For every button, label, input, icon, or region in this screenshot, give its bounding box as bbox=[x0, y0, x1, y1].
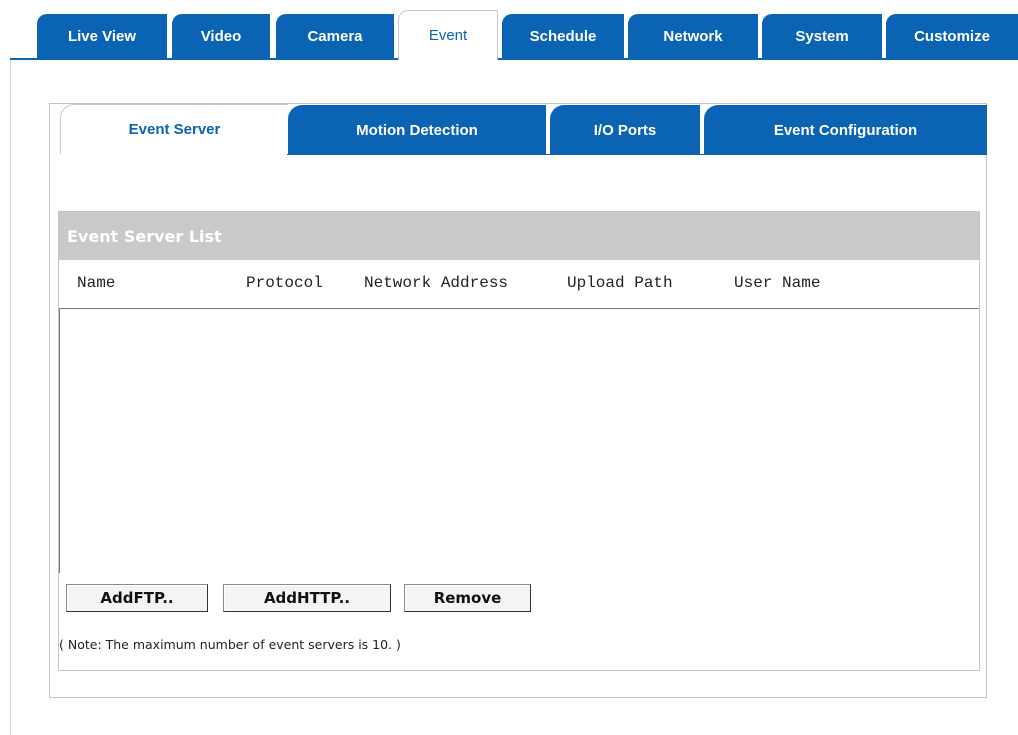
page-left-border bbox=[10, 58, 11, 735]
column-header-user-name: User Name bbox=[734, 274, 821, 292]
tab-system[interactable]: System bbox=[762, 14, 882, 58]
column-header-name: Name bbox=[77, 274, 116, 292]
add-http-button[interactable]: AddHTTP.. bbox=[223, 584, 391, 612]
remove-button[interactable]: Remove bbox=[404, 584, 531, 612]
subtab-event-configuration[interactable]: Event Configuration bbox=[704, 105, 987, 155]
max-servers-note: ( Note: The maximum number of event serv… bbox=[59, 637, 401, 652]
top-nav-baseline bbox=[10, 58, 1018, 60]
tab-event[interactable]: Event bbox=[398, 10, 498, 60]
event-server-listbox[interactable] bbox=[59, 308, 979, 573]
tab-customize[interactable]: Customize bbox=[886, 14, 1018, 58]
tab-network[interactable]: Network bbox=[628, 14, 758, 58]
subtab-io-ports[interactable]: I/O Ports bbox=[550, 105, 700, 155]
column-header-network-address: Network Address bbox=[364, 274, 509, 292]
tab-live-view[interactable]: Live View bbox=[37, 14, 167, 58]
tab-schedule[interactable]: Schedule bbox=[502, 14, 624, 58]
tab-camera[interactable]: Camera bbox=[276, 14, 394, 58]
event-server-section: Event Server List Name Protocol Network … bbox=[58, 211, 980, 671]
event-server-list-title: Event Server List bbox=[59, 212, 979, 260]
subtab-motion-detection[interactable]: Motion Detection bbox=[288, 105, 546, 155]
event-panel: Event Server Motion Detection I/O Ports … bbox=[49, 103, 987, 698]
column-header-upload-path: Upload Path bbox=[567, 274, 673, 292]
tab-video[interactable]: Video bbox=[172, 14, 270, 58]
top-navigation: Live View Video Camera Event Schedule Ne… bbox=[0, 0, 1018, 60]
add-ftp-button[interactable]: AddFTP.. bbox=[66, 584, 208, 612]
column-header-protocol: Protocol bbox=[246, 274, 323, 292]
subtab-event-server[interactable]: Event Server bbox=[60, 104, 288, 154]
